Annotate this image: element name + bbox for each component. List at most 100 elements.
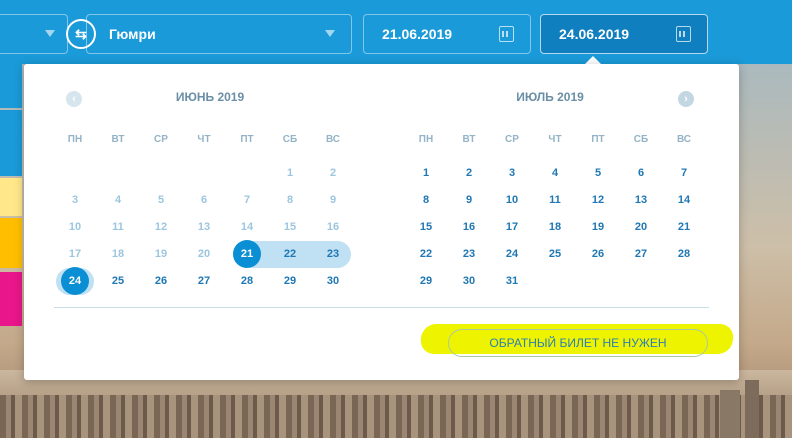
calendar-day[interactable]: 14 <box>669 189 699 211</box>
calendar-day[interactable]: 24 <box>497 243 527 265</box>
calendar-day[interactable]: 16 <box>454 216 484 238</box>
search-bar: ⇆ Гюмри 21.06.2019 24.06.2019 <box>0 0 792 64</box>
calendar-day: 16 <box>326 221 340 233</box>
calendar-day[interactable]: 22 <box>411 243 441 265</box>
calendar-day: 5 <box>157 194 165 206</box>
weekday-label: ВС <box>325 134 341 145</box>
divider <box>54 307 709 308</box>
calendar-day: 9 <box>329 194 337 206</box>
return-date-field[interactable]: 24.06.2019 <box>540 14 708 54</box>
calendar-day[interactable]: 7 <box>669 162 699 184</box>
calendar-day[interactable]: 8 <box>411 189 441 211</box>
weekday-label: ВС <box>676 134 692 145</box>
calendar-day[interactable]: 25 <box>540 243 570 265</box>
calendar-day: 14 <box>240 221 254 233</box>
calendar-day: 17 <box>68 248 82 260</box>
weekday-label: ПТ <box>240 134 254 145</box>
weekday-label: ЧТ <box>548 134 562 145</box>
calendar-day[interactable]: 18 <box>540 216 570 238</box>
calendar-day: 4 <box>114 194 122 206</box>
calendar-day[interactable]: 29 <box>275 270 305 292</box>
weekday-label: ВТ <box>111 134 125 145</box>
chevron-down-icon[interactable] <box>45 30 55 37</box>
side-strip-blue <box>0 110 22 176</box>
calendar-day[interactable]: 31 <box>497 270 527 292</box>
calendar-day[interactable]: 23 <box>454 243 484 265</box>
selected-end-day[interactable]: 24 <box>61 267 89 295</box>
calendar-day[interactable]: 26 <box>146 270 176 292</box>
calendar-day[interactable]: 10 <box>497 189 527 211</box>
calendar-day[interactable]: 29 <box>411 270 441 292</box>
weekday-label: ПТ <box>591 134 605 145</box>
calendar-day[interactable]: 22 <box>275 243 305 265</box>
background-building <box>720 390 740 438</box>
calendar-day[interactable]: 25 <box>103 270 133 292</box>
weekday-label: СБ <box>282 134 298 145</box>
depart-date-field[interactable]: 21.06.2019 <box>363 14 531 54</box>
calendar-day: 8 <box>286 194 294 206</box>
calendar-day[interactable]: 28 <box>669 243 699 265</box>
calendar-day: 11 <box>112 221 124 233</box>
calendar-day[interactable]: 12 <box>583 189 613 211</box>
weekday-label: СР <box>505 134 519 145</box>
calendar-day[interactable]: 20 <box>626 216 656 238</box>
calendar-day: 2 <box>329 167 337 179</box>
calendar-day[interactable]: 4 <box>540 162 570 184</box>
calendar-day[interactable]: 5 <box>583 162 613 184</box>
calendar-icon <box>676 26 691 42</box>
weekday-label: ЧТ <box>197 134 211 145</box>
return-date-value: 24.06.2019 <box>559 26 630 42</box>
weekday-label: СБ <box>633 134 649 145</box>
weekday-label: ПН <box>418 134 434 145</box>
calendar-day: 18 <box>111 248 125 260</box>
calendar-day: 15 <box>283 221 297 233</box>
calendar-day[interactable]: 15 <box>411 216 441 238</box>
calendar-day: 20 <box>197 248 211 260</box>
calendar-day[interactable]: 6 <box>626 162 656 184</box>
month-title-july: ИЮЛЬ 2019 <box>516 90 584 104</box>
calendar-day[interactable]: 11 <box>540 189 570 211</box>
calendar-day[interactable]: 1 <box>411 162 441 184</box>
calendar-day[interactable]: 19 <box>583 216 613 238</box>
calendar-day[interactable]: 13 <box>626 189 656 211</box>
depart-date-value: 21.06.2019 <box>382 26 453 42</box>
destination-field[interactable]: Гюмри <box>86 14 352 54</box>
calendar-day[interactable]: 27 <box>626 243 656 265</box>
weekday-label: ПН <box>67 134 83 145</box>
calendar-day[interactable]: 30 <box>454 270 484 292</box>
calendar-day[interactable]: 28 <box>232 270 262 292</box>
calendar-icon <box>499 26 514 42</box>
date-picker-popup: ‹ › ИЮНЬ 2019 ИЮЛЬ 2019 ПН ВТ СР ЧТ ПТ СБ ВС 1 2… <box>24 64 739 380</box>
calendar-day[interactable]: 3 <box>497 162 527 184</box>
calendar-day: 6 <box>200 194 208 206</box>
origin-field[interactable] <box>0 14 68 54</box>
no-return-ticket-button[interactable]: ОБРАТНЫЙ БИЛЕТ НЕ НУЖЕН <box>448 329 708 357</box>
calendar-day: 12 <box>154 221 168 233</box>
calendar-day: 13 <box>197 221 211 233</box>
weekday-label: ВТ <box>462 134 476 145</box>
calendar-day[interactable]: 21 <box>669 216 699 238</box>
selected-start-day[interactable]: 21 <box>233 240 261 268</box>
calendar-day[interactable]: 17 <box>497 216 527 238</box>
background-building <box>745 380 759 438</box>
calendar-day[interactable]: 27 <box>189 270 219 292</box>
weekday-label: СР <box>154 134 168 145</box>
calendar-day: 19 <box>154 248 168 260</box>
calendar-day[interactable]: 30 <box>318 270 348 292</box>
chevron-down-icon[interactable] <box>325 30 335 37</box>
calendar-day: 3 <box>71 194 79 206</box>
calendar-day[interactable]: 2 <box>454 162 484 184</box>
side-strip-orange <box>0 218 22 268</box>
side-strip-blue <box>0 64 22 108</box>
calendar-day[interactable]: 26 <box>583 243 613 265</box>
calendar-day: 10 <box>68 221 82 233</box>
calendar-day: 7 <box>243 194 251 206</box>
calendar-day[interactable]: 23 <box>318 243 348 265</box>
calendar-day: 1 <box>286 167 294 179</box>
month-title-june: ИЮНЬ 2019 <box>175 90 245 104</box>
background-city <box>0 395 792 438</box>
side-strip-yellow <box>0 178 22 216</box>
calendar-day[interactable]: 9 <box>454 189 484 211</box>
side-strip-pink <box>0 272 22 326</box>
destination-value: Гюмри <box>109 26 156 42</box>
